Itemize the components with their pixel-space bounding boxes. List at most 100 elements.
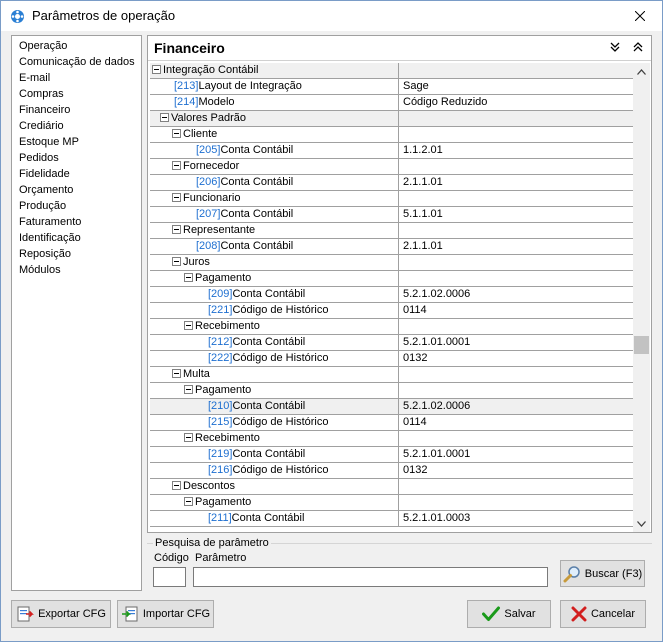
sidebar-item-identificacao[interactable]: Identificação — [12, 230, 141, 246]
grid-row[interactable]: [207]Conta Contábil 5.1.1.01 — [150, 207, 633, 223]
grid-row[interactable]: Representante — [150, 223, 633, 239]
vertical-scrollbar[interactable] — [633, 63, 650, 532]
collapse-toggle-icon[interactable] — [184, 496, 193, 506]
scroll-down-button[interactable] — [633, 515, 650, 532]
sidebar-item-faturamento[interactable]: Faturamento — [12, 214, 141, 230]
collapse-all-icon[interactable] — [631, 40, 645, 54]
grid-row[interactable]: [206]Conta Contábil 2.1.1.01 — [150, 175, 633, 191]
parameter-value-cell[interactable]: Código Reduzido — [400, 95, 633, 110]
collapse-toggle-icon[interactable] — [184, 320, 193, 330]
collapse-toggle-icon[interactable] — [184, 384, 193, 394]
parameter-value-cell[interactable] — [400, 479, 633, 494]
parameter-value-cell[interactable]: 5.2.1.01.0003 — [400, 511, 633, 526]
parameter-value-cell[interactable]: 0132 — [400, 463, 633, 478]
export-cfg-button[interactable]: Exportar CFG — [11, 600, 111, 628]
scroll-thumb[interactable] — [634, 336, 649, 354]
grid-row[interactable]: Pagamento — [150, 383, 633, 399]
grid-row[interactable]: Multa — [150, 367, 633, 383]
sidebar-item-financeiro[interactable]: Financeiro — [12, 102, 141, 118]
parameter-value-cell[interactable] — [400, 111, 633, 126]
sidebar-item-operacao[interactable]: Operação — [12, 38, 141, 54]
grid-row[interactable]: [216]Código de Histórico 0132 — [150, 463, 633, 479]
parameter-value-cell[interactable] — [400, 159, 633, 174]
parameter-value-cell[interactable]: 5.2.1.02.0006 — [400, 287, 633, 302]
collapse-toggle-icon[interactable] — [152, 64, 161, 74]
collapse-toggle-icon[interactable] — [172, 224, 181, 234]
collapse-toggle-icon[interactable] — [172, 256, 181, 266]
grid-row[interactable]: Cliente — [150, 127, 633, 143]
grid-row[interactable]: Pagamento — [150, 495, 633, 511]
parameter-value-cell[interactable]: 5.2.1.01.0001 — [400, 447, 633, 462]
parameter-value-cell[interactable]: 5.2.1.02.0006 — [400, 399, 633, 414]
grid-row[interactable]: [219]Conta Contábil 5.2.1.01.0001 — [150, 447, 633, 463]
collapse-toggle-icon[interactable] — [172, 128, 181, 138]
codigo-input[interactable] — [153, 567, 186, 587]
parameter-value-cell[interactable]: 0114 — [400, 303, 633, 318]
sidebar-item-producao[interactable]: Produção — [12, 198, 141, 214]
cancel-button[interactable]: Cancelar — [560, 600, 646, 628]
sidebar-item-compras[interactable]: Compras — [12, 86, 141, 102]
grid-row[interactable]: [215]Código de Histórico 0114 — [150, 415, 633, 431]
collapse-toggle-icon[interactable] — [172, 368, 181, 378]
parameter-value-cell[interactable] — [400, 319, 633, 334]
scroll-up-button[interactable] — [633, 63, 650, 80]
parameter-value-cell[interactable] — [400, 127, 633, 142]
parameter-value-cell[interactable]: 0132 — [400, 351, 633, 366]
grid-row[interactable]: [221]Código de Histórico 0114 — [150, 303, 633, 319]
parametro-input[interactable] — [193, 567, 548, 587]
grid-row[interactable]: Recebimento — [150, 319, 633, 335]
parameter-value-cell[interactable] — [400, 495, 633, 510]
save-button[interactable]: Salvar — [467, 600, 551, 628]
collapse-toggle-icon[interactable] — [172, 192, 181, 202]
grid-row[interactable]: Valores Padrão — [150, 111, 633, 127]
grid-row[interactable]: [211]Conta Contábil 5.2.1.01.0003 — [150, 511, 633, 527]
collapse-toggle-icon[interactable] — [184, 432, 193, 442]
parameter-value-cell[interactable]: 0114 — [400, 415, 633, 430]
parameter-value-cell[interactable] — [400, 367, 633, 382]
grid-row[interactable]: [210]Conta Contábil 5.2.1.02.0006 — [150, 399, 633, 415]
grid-row[interactable]: Integração Contábil — [150, 63, 633, 79]
import-cfg-button[interactable]: Importar CFG — [117, 600, 214, 628]
parameter-value-cell[interactable] — [400, 255, 633, 270]
grid-row[interactable]: [205]Conta Contábil 1.1.2.01 — [150, 143, 633, 159]
collapse-toggle-icon[interactable] — [172, 160, 181, 170]
grid-row[interactable]: [208]Conta Contábil 2.1.1.01 — [150, 239, 633, 255]
sidebar-item-estoque-mp[interactable]: Estoque MP — [12, 134, 141, 150]
parameter-value-cell[interactable]: 2.1.1.01 — [400, 175, 633, 190]
sidebar-item-email[interactable]: E-mail — [12, 70, 141, 86]
parameter-value-cell[interactable]: 2.1.1.01 — [400, 239, 633, 254]
parameter-value-cell[interactable]: Sage — [400, 79, 633, 94]
grid-row[interactable]: Fornecedor — [150, 159, 633, 175]
close-button[interactable] — [617, 1, 662, 31]
sidebar-item-reposicao[interactable]: Reposição — [12, 246, 141, 262]
grid-row[interactable]: [209]Conta Contábil 5.2.1.02.0006 — [150, 287, 633, 303]
parameter-value-cell[interactable] — [400, 271, 633, 286]
sidebar-item-comunicacao[interactable]: Comunicação de dados — [12, 54, 141, 70]
parameter-value-cell[interactable] — [400, 191, 633, 206]
grid-row[interactable]: [212]Conta Contábil 5.2.1.01.0001 — [150, 335, 633, 351]
sidebar-item-pedidos[interactable]: Pedidos — [12, 150, 141, 166]
sidebar-item-crediario[interactable]: Crediário — [12, 118, 141, 134]
search-button[interactable]: Buscar (F3) — [560, 560, 645, 587]
collapse-toggle-icon[interactable] — [184, 272, 193, 282]
grid-row[interactable]: Funcionario — [150, 191, 633, 207]
parameter-value-cell[interactable]: 1.1.2.01 — [400, 143, 633, 158]
expand-all-icon[interactable] — [608, 40, 622, 54]
parameter-value-cell[interactable] — [400, 63, 633, 78]
parameter-value-cell[interactable] — [400, 431, 633, 446]
collapse-toggle-icon[interactable] — [172, 480, 181, 490]
sidebar-item-fidelidade[interactable]: Fidelidade — [12, 166, 141, 182]
grid-row[interactable]: Descontos — [150, 479, 633, 495]
sidebar-item-orcamento[interactable]: Orçamento — [12, 182, 141, 198]
grid-row[interactable]: Pagamento — [150, 271, 633, 287]
parameter-value-cell[interactable]: 5.1.1.01 — [400, 207, 633, 222]
grid-row[interactable]: Juros — [150, 255, 633, 271]
sidebar-item-modulos[interactable]: Módulos — [12, 262, 141, 278]
grid-row[interactable]: [222]Código de Histórico 0132 — [150, 351, 633, 367]
collapse-toggle-icon[interactable] — [160, 112, 169, 122]
grid-row[interactable]: [214]Modelo Código Reduzido — [150, 95, 633, 111]
parameter-value-cell[interactable] — [400, 383, 633, 398]
grid-row[interactable]: [213]Layout de Integração Sage — [150, 79, 633, 95]
grid-row[interactable]: Recebimento — [150, 431, 633, 447]
parameter-value-cell[interactable] — [400, 223, 633, 238]
